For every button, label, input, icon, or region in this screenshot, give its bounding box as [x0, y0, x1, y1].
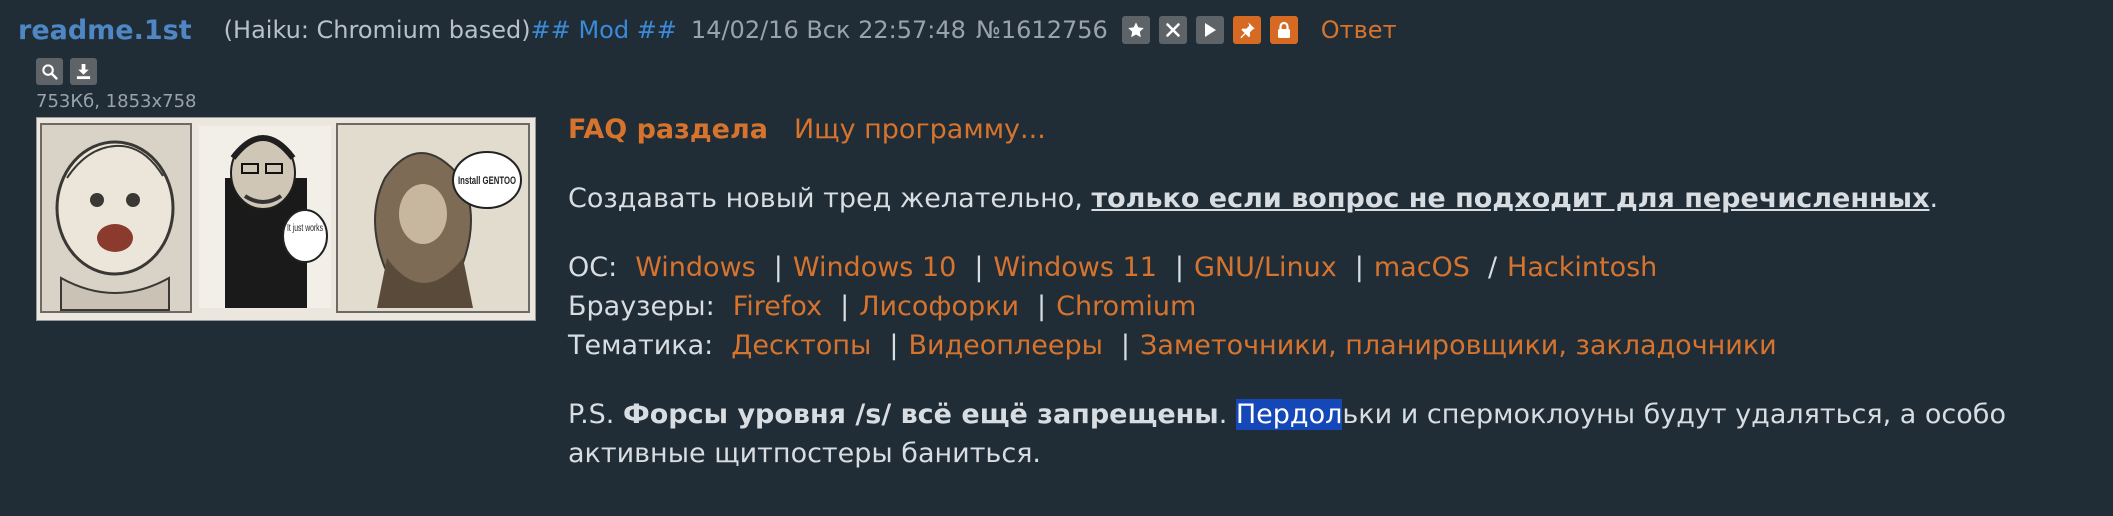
browser-link-firefox-forks[interactable]: Лисофорки [859, 291, 1019, 322]
topic-link-notes-planners-bookmarks[interactable]: Заметочники, планировщики, закладочники [1140, 330, 1777, 361]
cartoon-text-0: Install GENTOO [458, 175, 516, 187]
post-date: 14/02/16 Вск 22:57:48 [690, 16, 966, 44]
selected-text: Пердол [1235, 399, 1343, 430]
separator: / [1487, 252, 1498, 283]
file-buttons [36, 58, 97, 85]
faq-link[interactable]: FAQ раздела [568, 114, 768, 145]
ps-dot: . [1218, 399, 1236, 430]
post-header: readme.1st (Haiku: Chromium based) ## Mo… [18, 10, 1397, 50]
os-link-windows-11[interactable]: Windows 11 [993, 252, 1156, 283]
os-link-macos[interactable]: macOS [1374, 252, 1470, 283]
cartoon-text-1: It just works [287, 223, 323, 234]
post-title: readme.1st [18, 14, 192, 46]
browser-link-firefox[interactable]: Firefox [733, 291, 822, 322]
os-label: ОС: [568, 252, 618, 283]
post-body: FAQ раздела Ищу программу... Создавать но… [568, 110, 2098, 473]
thumbnail-image[interactable]: It just works Install GENTOO [36, 117, 536, 321]
os-link-windows-10[interactable]: Windows 10 [793, 252, 956, 283]
search-program-link[interactable]: Ищу программу... [794, 114, 1046, 145]
ps-prefix: P.S. [568, 399, 623, 430]
intro-bold-underlined: только если вопрос не подходит для переч… [1091, 183, 1930, 214]
topic-link-video-players[interactable]: Видеоплееры [908, 330, 1102, 361]
play-icon[interactable] [1195, 16, 1224, 44]
os-link-hackintosh[interactable]: Hackintosh [1507, 252, 1657, 283]
pin-icon[interactable] [1232, 16, 1261, 44]
topic-link-desktops[interactable]: Десктопы [731, 330, 871, 361]
post-number[interactable]: №1612756 [976, 16, 1108, 44]
os-link-windows[interactable]: Windows [635, 252, 756, 283]
separator: | [773, 252, 783, 283]
separator: | [889, 330, 899, 361]
mod-tag: ## Mod ## [530, 16, 677, 44]
separator: | [1354, 252, 1364, 283]
intro-end: . [1929, 183, 1939, 214]
separator: | [1120, 330, 1131, 361]
topics-label: Тематика: [568, 330, 714, 361]
reply-link[interactable]: Ответ [1321, 16, 1397, 44]
browsers-label: Браузеры: [568, 291, 715, 322]
browser-link-chromium[interactable]: Chromium [1056, 291, 1196, 322]
separator: | [1174, 252, 1184, 283]
intro-text: Создавать новый тред желательно, [568, 183, 1092, 214]
separator: | [840, 291, 850, 322]
lock-icon[interactable] [1269, 16, 1298, 44]
separator: | [974, 252, 984, 283]
separator: | [1037, 291, 1047, 322]
search-icon[interactable] [36, 58, 63, 85]
file-info: 753Кб, 1853x758 [36, 91, 197, 112]
star-icon[interactable] [1121, 16, 1150, 44]
hide-post-icon[interactable] [1158, 16, 1187, 44]
poster-name: (Haiku: Chromium based) [223, 16, 531, 44]
ps-bold-text: Форсы уровня /s/ всё ещё запрещены [622, 399, 1219, 430]
os-link-gnu-linux[interactable]: GNU/Linux [1194, 252, 1337, 283]
download-icon[interactable] [70, 58, 97, 85]
